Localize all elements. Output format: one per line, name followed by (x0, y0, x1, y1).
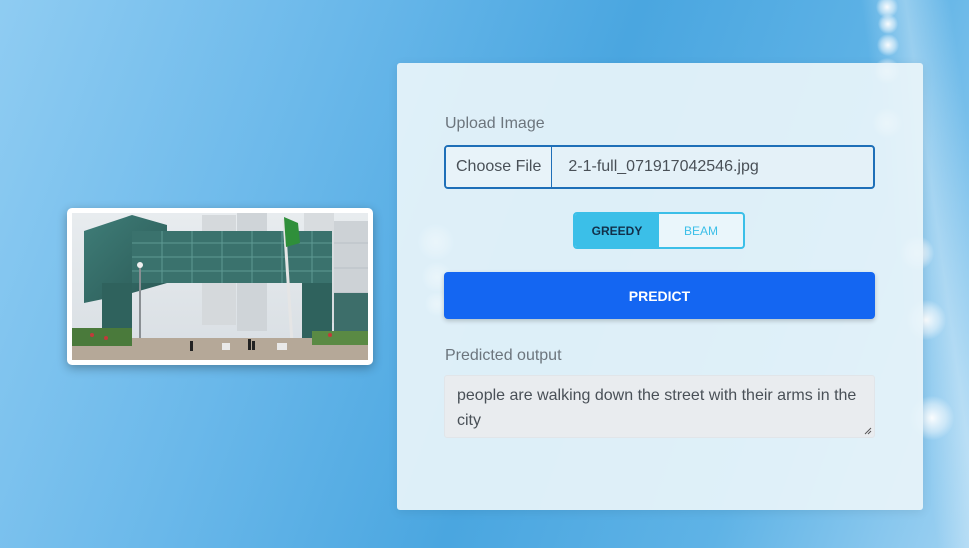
file-input[interactable]: Choose File 2-1-full_071917042546.jpg (444, 145, 875, 189)
predict-button[interactable]: PREDICT (444, 272, 875, 319)
decoding-mode-toggle: GREEDY BEAM (573, 212, 745, 249)
prediction-card: Upload Image Choose File 2-1-full_071917… (397, 63, 923, 510)
mode-greedy-button[interactable]: GREEDY (575, 214, 659, 247)
mode-beam-button[interactable]: BEAM (659, 214, 743, 247)
uploaded-image-preview (67, 208, 373, 365)
predicted-output-text: people are walking down the street with … (457, 387, 857, 429)
choose-file-button[interactable]: Choose File (446, 147, 553, 187)
predicted-output-label: Predicted output (445, 347, 562, 364)
building-photo-icon (72, 213, 368, 360)
resize-grip-icon[interactable] (864, 427, 872, 435)
predicted-output-textarea[interactable]: people are walking down the street with … (444, 375, 875, 438)
upload-image-label: Upload Image (445, 115, 545, 132)
selected-file-name: 2-1-full_071917042546.jpg (568, 158, 759, 175)
